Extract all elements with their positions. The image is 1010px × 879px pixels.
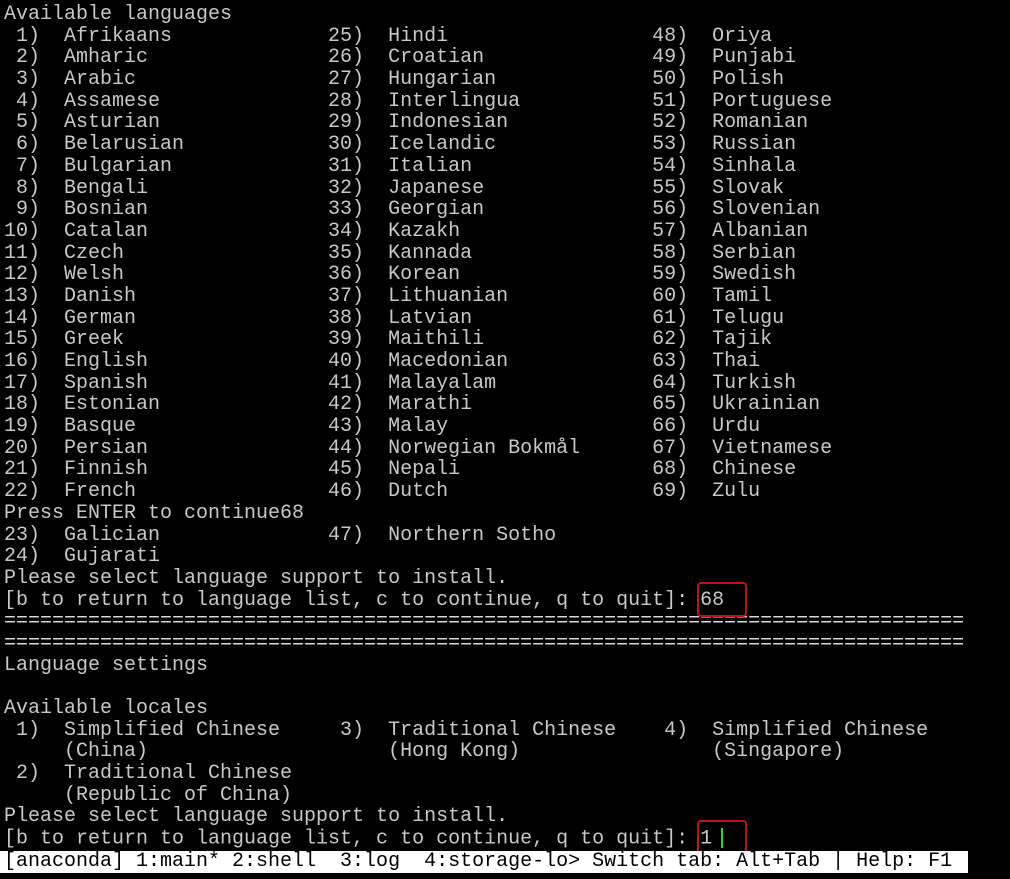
terminal-line: 23) Galician 47) Northern Sotho — [4, 523, 557, 547]
terminal-line: 1) Simplified Chinese 3) Traditional Chi… — [4, 718, 929, 742]
terminal-line: 14) German 38) Latvian 61) Telugu — [4, 306, 785, 330]
text-cursor — [721, 828, 724, 849]
input-value: 1 — [700, 827, 713, 851]
terminal-line: (China) (Hong Kong) (Singapore) — [4, 740, 845, 764]
separator-line: ========================================… — [4, 610, 965, 634]
terminal-line: 12) Welsh 36) Korean 59) Swedish — [4, 263, 797, 287]
terminal-line: 4) Assamese 28) Interlingua 51) Portugue… — [4, 89, 833, 113]
terminal-line: 3) Arabic 27) Hungarian 50) Polish — [4, 68, 785, 92]
terminal-line: 19) Basque 43) Malay 66) Urdu — [4, 415, 761, 439]
user-input-2[interactable]: 1 — [697, 820, 748, 856]
terminal-line: 2) Traditional Chinese — [4, 762, 293, 786]
prompt-line-2: [b to return to language list, c to cont… — [4, 820, 964, 856]
terminal-line: 9) Bosnian 33) Georgian 56) Slovenian — [4, 198, 821, 222]
terminal-line: Press ENTER to continue68 — [4, 501, 305, 525]
terminal-line: 7) Bulgarian 31) Italian 54) Sinhala — [4, 154, 797, 178]
terminal-line: Available locales — [4, 697, 209, 720]
user-input-1[interactable]: 68 — [697, 581, 748, 617]
status-bar: [anaconda] 1:main* 2:shell 3:log 4:stora… — [0, 851, 968, 873]
terminal-line: Available languages — [4, 3, 233, 26]
terminal-line: 17) Spanish 41) Malayalam 64) Turkish — [4, 371, 797, 395]
terminal-line: (Republic of China) — [4, 783, 293, 807]
terminal-line: 22) French 46) Dutch 69) Zulu — [4, 480, 761, 504]
prompt-line-1: [b to return to language list, c to cont… — [4, 581, 964, 617]
terminal-line: 18) Estonian 42) Marathi 65) Ukrainian — [4, 393, 821, 417]
prompt-text: [b to return to language list, c to cont… — [4, 588, 701, 612]
prompt-text: [b to return to language list, c to cont… — [4, 827, 701, 851]
terminal-line: 24) Gujarati — [4, 545, 161, 569]
terminal-line: 1) Afrikaans 25) Hindi 48) Oriya — [4, 24, 773, 48]
terminal-line: Please select language support to instal… — [4, 805, 509, 829]
terminal-line: 20) Persian 44) Norwegian Bokmål 67) Vie… — [4, 436, 833, 460]
terminal-line: 2) Amharic 26) Croatian 49) Punjabi — [4, 46, 797, 70]
terminal-line: 6) Belarusian 30) Icelandic 53) Russian — [4, 133, 797, 157]
terminal-output[interactable]: Available languages 1) Afrikaans 25) Hin… — [4, 3, 965, 856]
terminal-line: 15) Greek 39) Maithili 62) Tajik — [4, 328, 773, 352]
terminal-line: 16) English 40) Macedonian 63) Thai — [4, 350, 761, 373]
separator-line: ========================================… — [4, 631, 965, 655]
terminal-line: 13) Danish 37) Lithuanian 60) Tamil — [4, 284, 773, 308]
terminal-line: 10) Catalan 34) Kazakh 57) Albanian — [4, 219, 809, 243]
terminal-line: Language settings — [4, 653, 209, 677]
input-value: 68 — [700, 588, 725, 612]
terminal-line: Please select language support to instal… — [4, 566, 509, 590]
terminal-line: 5) Asturian 29) Indonesian 52) Romanian — [4, 111, 809, 135]
terminal-line: 11) Czech 35) Kannada 58) Serbian — [4, 241, 797, 265]
terminal-line: 21) Finnish 45) Nepali 68) Chinese — [4, 458, 797, 482]
terminal-line: 8) Bengali 32) Japanese 55) Slovak — [4, 176, 785, 200]
